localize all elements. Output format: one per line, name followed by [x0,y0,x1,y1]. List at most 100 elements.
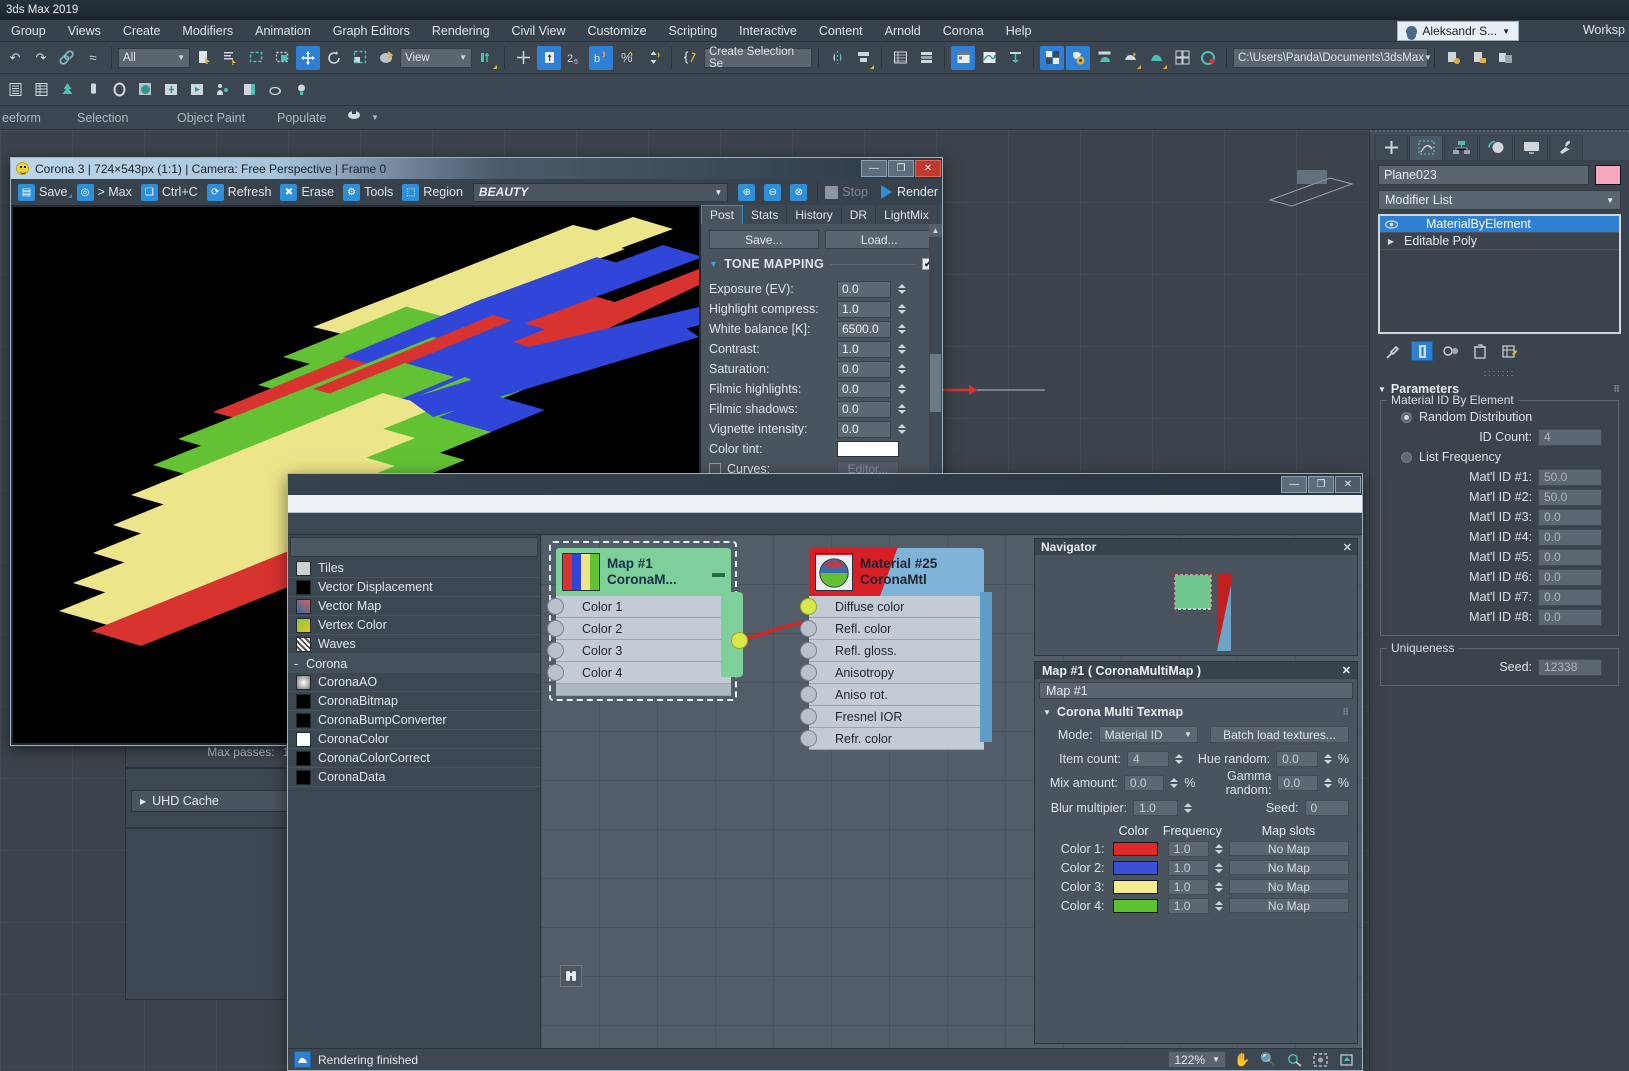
saturation-spinner[interactable] [897,361,906,378]
color-2-frequency[interactable]: 1.0 [1168,860,1209,876]
vfb-render-button[interactable]: Render [881,185,938,199]
vfb-save-button[interactable]: ▤ Save [15,184,71,201]
show-end-result-icon[interactable] [1411,341,1433,361]
light-icon[interactable] [159,78,183,102]
material-sphere-icon[interactable] [133,78,157,102]
object-color-swatch[interactable] [1595,165,1621,185]
color-2-map-slot[interactable]: No Map [1229,860,1349,875]
tab-history[interactable]: History [787,205,841,224]
menu-item-corona[interactable]: Corona [932,22,995,40]
vfb-zoom-reset-button[interactable]: ⊗ [787,184,810,201]
socket-icon[interactable] [547,598,564,615]
scene-explorer-icon[interactable] [914,46,938,70]
map-parameters-panel[interactable]: Map #1 ( CoronaMultiMap ) ✕ Map #1 ▼ Cor… [1034,661,1358,1044]
rendered-frame-window-icon[interactable] [1092,46,1116,70]
tab-hierarchy[interactable] [1444,135,1478,161]
minimize-icon[interactable]: — [1281,476,1307,493]
named-selection-input[interactable]: Create Selection Se [704,48,812,68]
post-save-button[interactable]: Save... [709,230,819,249]
mix-amount-input[interactable]: 0.0 [1124,775,1164,791]
color-3-frequency[interactable]: 1.0 [1168,879,1209,895]
open-explorer-icon[interactable] [1441,46,1465,70]
save-scene-state-icon[interactable] [1467,46,1491,70]
socket-icon[interactable] [800,708,817,725]
curve-editor-icon[interactable] [951,46,975,70]
node-material25-header[interactable]: Material #25 CoronaMtl [809,548,984,596]
matl-id-1-input[interactable]: 50.0 [1538,469,1602,486]
tab-stats[interactable]: Stats [743,205,787,224]
socket-icon[interactable] [800,730,817,747]
zoom-selected-icon[interactable] [1337,1051,1356,1068]
vfb-stop-button[interactable]: Stop [825,185,868,199]
list-item[interactable]: CoronaData [288,768,540,787]
vfb-to-max-button[interactable]: ◎ > Max [74,184,135,201]
corona-renderer-icon[interactable] [1196,46,1220,70]
menu-item-help[interactable]: Help [995,22,1043,40]
socket-icon[interactable] [547,664,564,681]
mix-amount-spinner[interactable] [1170,775,1178,792]
vfb-copy-button[interactable]: ❏ Ctrl+C [138,184,201,201]
close-icon[interactable]: ✕ [1335,476,1361,493]
camera-icon[interactable] [185,78,209,102]
tree-icon[interactable] [55,78,79,102]
browser-list[interactable]: Tiles Vector Displacement Vector Map Ver… [288,559,540,1048]
list-item[interactable]: Vector Map [288,597,540,616]
list-item[interactable]: Vector Displacement [288,578,540,597]
list-frequency-row[interactable]: List Frequency [1387,447,1612,467]
select-object-icon[interactable] [192,46,216,70]
modifier-item-materialbyelement[interactable]: MaterialByElement [1380,216,1619,233]
hue-random-input[interactable]: 0.0 [1276,751,1318,767]
exposure-input[interactable]: 0.0 [837,281,891,298]
blur-input[interactable]: 1.0 [1133,800,1178,816]
menu-item-arnold[interactable]: Arnold [874,22,932,40]
tab-create[interactable] [1374,135,1408,161]
spinner-snap-icon[interactable]: b [589,46,613,70]
rectangular-select-region-icon[interactable] [244,46,268,70]
teapot-primitive-icon[interactable] [81,78,105,102]
make-unique-icon[interactable] [1440,341,1462,361]
navigator-panel[interactable]: Navigator ✕ [1034,538,1358,656]
menu-item-create[interactable]: Create [112,22,172,40]
zoom-extents-icon[interactable] [1311,1051,1330,1068]
redo-icon[interactable]: ↷ [29,46,53,70]
material-editor-icon[interactable] [1040,46,1064,70]
matl-id-3-input[interactable]: 0.0 [1538,509,1602,526]
list-item[interactable]: Tiles [288,559,540,578]
chevron-right-icon[interactable]: ▶ [1384,235,1398,247]
navigator-minimap[interactable] [1035,555,1357,655]
menu-item-animation[interactable]: Animation [244,22,322,40]
menu-item-civil-view[interactable]: Civil View [501,22,577,40]
contrast-input[interactable]: 1.0 [837,341,891,358]
undo-icon[interactable]: ↶ [3,46,27,70]
node-material25-slot-reflcolor[interactable]: Refl. color [809,618,984,640]
maximize-icon[interactable]: ❐ [1308,476,1334,493]
maximize-icon[interactable]: ❐ [888,160,914,177]
node-map1-slot-color3[interactable]: Color 3 [556,640,731,662]
random-distribution-radio[interactable] [1401,412,1412,423]
unlink-icon[interactable]: ≈ [81,46,105,70]
color-3-spinner[interactable] [1215,878,1223,895]
saturation-input[interactable]: 0.0 [837,361,891,378]
object-paint-icon[interactable] [237,78,261,102]
menu-item-graph-editors[interactable]: Graph Editors [322,22,421,40]
mirror-icon[interactable] [825,46,849,70]
list-view-icon[interactable] [3,78,27,102]
list-item[interactable]: CoronaAO [288,673,540,692]
zoom-level-combo[interactable]: 122% ▼ [1168,1051,1226,1068]
chevron-down-icon[interactable]: ▼ [371,113,379,122]
menu-item-views[interactable]: Views [57,22,112,40]
close-icon[interactable]: ✕ [1343,541,1357,554]
list-item[interactable]: CoronaColor [288,730,540,749]
named-selection-sets-icon[interactable] [678,46,702,70]
node-map1-slot-color4[interactable]: Color 4 [556,662,731,684]
modifier-stack-list[interactable]: MaterialByElement ▶ Editable Poly [1378,214,1621,334]
color-4-frequency[interactable]: 1.0 [1168,898,1209,914]
selection-filter-combo[interactable]: All ▼ [118,48,190,68]
select-by-name-icon[interactable] [218,46,242,70]
node-material25-slot-diffuse[interactable]: Diffuse color [809,596,984,618]
project-folder-icon[interactable] [1493,46,1517,70]
select-and-scale-icon[interactable] [348,46,372,70]
seed-input[interactable]: 0 [1305,800,1350,816]
node-material25-slot-refrcolor[interactable]: Refr. color [809,728,984,750]
matl-id-7-input[interactable]: 0.0 [1538,589,1602,606]
